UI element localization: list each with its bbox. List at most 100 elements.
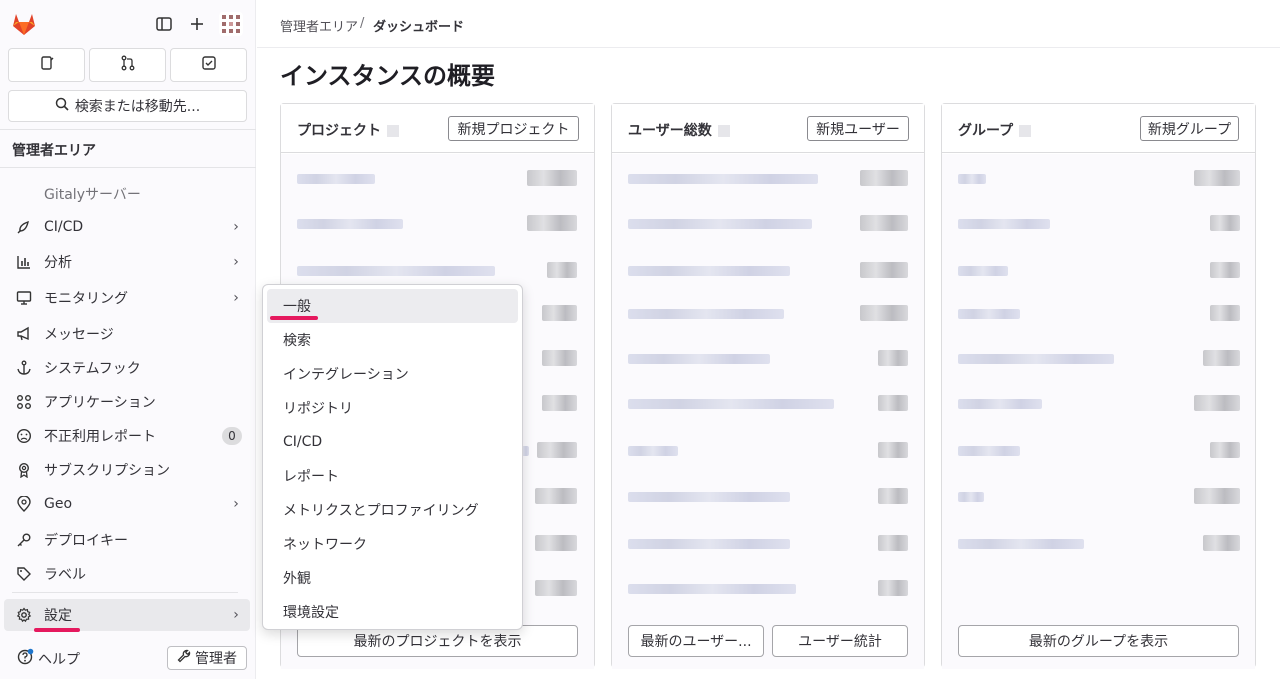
user-statistics-button[interactable]: ユーザー統計 [772, 625, 908, 657]
menu-item-appearance[interactable]: 外観 [267, 561, 518, 595]
list-item[interactable] [958, 305, 1240, 321]
sidebar-item-messages[interactable]: メッセージ [4, 319, 250, 349]
bullhorn-icon [4, 326, 44, 342]
sidebar-item-deploy-keys[interactable]: デプロイキー [4, 525, 250, 555]
users-card: ユーザー総数 新規ユーザー 最新のユーザー... ユーザー統計 [611, 103, 925, 669]
list-item[interactable] [628, 350, 910, 366]
apps-icon [4, 394, 44, 410]
list-item[interactable] [958, 170, 1240, 186]
breadcrumb-separator: / [360, 16, 365, 31]
new-user-button[interactable]: 新規ユーザー [807, 116, 909, 141]
issues-button[interactable] [8, 48, 85, 82]
sidebar-item-analytics[interactable]: 分析 › [4, 247, 250, 277]
chevron-right-icon: › [233, 496, 239, 512]
sidebar-item-label: システムフック [44, 361, 141, 377]
admin-label: 管理者 [195, 651, 237, 667]
sidebar-item-label: 設定 [44, 608, 72, 624]
plus-icon[interactable] [185, 12, 209, 36]
gitlab-logo-icon[interactable] [11, 11, 37, 37]
search-icon [55, 97, 69, 115]
list-item[interactable] [958, 350, 1240, 366]
anchor-icon [4, 360, 44, 376]
menu-item-network[interactable]: ネットワーク [267, 527, 518, 561]
list-item[interactable] [628, 215, 910, 231]
divider [0, 167, 256, 168]
todos-button[interactable] [170, 48, 247, 82]
count-redacted [387, 125, 399, 137]
list-item[interactable] [628, 580, 910, 596]
todo-check-icon [201, 55, 217, 75]
list-item[interactable] [628, 395, 910, 411]
list-item[interactable] [958, 215, 1240, 231]
sidebar-item-system-hooks[interactable]: システムフック [4, 353, 250, 383]
menu-item-cicd[interactable]: CI/CD [267, 425, 518, 459]
sidebar-section-title: 管理者エリア [12, 143, 96, 159]
rocket-icon [4, 219, 44, 235]
sidebar-toggle-icon[interactable] [152, 12, 176, 36]
card-title: プロジェクト [297, 120, 399, 140]
avatar[interactable] [219, 12, 243, 36]
list-item[interactable] [297, 262, 579, 278]
count-redacted [1019, 125, 1032, 137]
key-icon [4, 532, 44, 548]
list-item[interactable] [628, 262, 910, 278]
list-item[interactable] [628, 442, 910, 458]
chart-icon [4, 254, 44, 270]
card-title: グループ [958, 120, 1032, 140]
page-title: インスタンスの概要 [280, 62, 496, 90]
monitor-icon [4, 290, 44, 306]
menu-item-search[interactable]: 検索 [267, 323, 518, 357]
sidebar-item-label: 分析 [44, 255, 72, 271]
abuse-icon [4, 428, 44, 444]
help-label: ヘルプ [38, 652, 80, 668]
help-icon [16, 648, 34, 670]
merge-requests-button[interactable] [89, 48, 166, 82]
groups-card: グループ 新規グループ 最新のグループを表示 [941, 103, 1256, 669]
menu-item-integrations[interactable]: インテグレーション [267, 357, 518, 391]
list-item[interactable] [628, 535, 910, 551]
list-item[interactable] [958, 262, 1240, 278]
breadcrumb-parent[interactable]: 管理者エリア [280, 16, 358, 35]
sidebar-item-cicd[interactable]: CI/CD › [4, 212, 250, 242]
list-item[interactable] [958, 442, 1240, 458]
menu-item-repository[interactable]: リポジトリ [267, 391, 518, 425]
menu-item-metrics-profiling[interactable]: メトリクスとプロファイリング [267, 493, 518, 527]
sidebar-item-geo[interactable]: Geo › [4, 489, 250, 519]
list-item[interactable] [958, 395, 1240, 411]
ribbon-icon [4, 462, 44, 478]
sidebar-item-applications[interactable]: アプリケーション [4, 387, 250, 417]
list-item[interactable] [958, 535, 1240, 551]
menu-item-preferences[interactable]: 環境設定 [267, 595, 518, 629]
sidebar-item-abuse-reports[interactable]: 不正利用レポート 0 [4, 421, 250, 451]
list-item[interactable] [297, 170, 579, 186]
sidebar-item-gitaly[interactable]: Gitalyサーバー [44, 184, 141, 204]
admin-button[interactable]: 管理者 [167, 646, 247, 670]
divider [0, 129, 256, 130]
gear-icon [4, 607, 44, 623]
count-badge: 0 [222, 427, 242, 445]
sidebar-item-labels[interactable]: ラベル [4, 559, 250, 589]
new-group-button[interactable]: 新規グループ [1140, 116, 1239, 141]
sidebar-item-settings[interactable]: 設定 › [4, 599, 250, 631]
list-item[interactable] [628, 170, 910, 186]
new-project-button[interactable]: 新規プロジェクト [448, 116, 579, 141]
menu-item-reporting[interactable]: レポート [267, 459, 518, 493]
sidebar-item-label: 不正利用レポート [44, 429, 156, 445]
card-title: ユーザー総数 [628, 120, 730, 140]
wrench-icon [177, 649, 191, 667]
list-item[interactable] [958, 488, 1240, 504]
help-button[interactable]: ヘルプ [16, 648, 80, 670]
list-item[interactable] [628, 305, 910, 321]
search-button[interactable]: 検索または移動先... [8, 90, 247, 122]
list-item[interactable] [297, 215, 579, 231]
card-body [942, 154, 1255, 669]
sidebar: 検索または移動先... 管理者エリア Gitalyサーバー CI/CD › 分析… [0, 0, 256, 679]
view-latest-groups-button[interactable]: 最新のグループを表示 [958, 625, 1239, 657]
view-latest-users-button[interactable]: 最新のユーザー... [628, 625, 764, 657]
list-item[interactable] [628, 488, 910, 504]
card-body [612, 154, 924, 669]
chevron-right-icon: › [233, 219, 239, 235]
sidebar-item-subscription[interactable]: サブスクリプション [4, 455, 250, 485]
sidebar-item-label: デプロイキー [44, 533, 128, 549]
sidebar-item-monitoring[interactable]: モニタリング › [4, 283, 250, 313]
